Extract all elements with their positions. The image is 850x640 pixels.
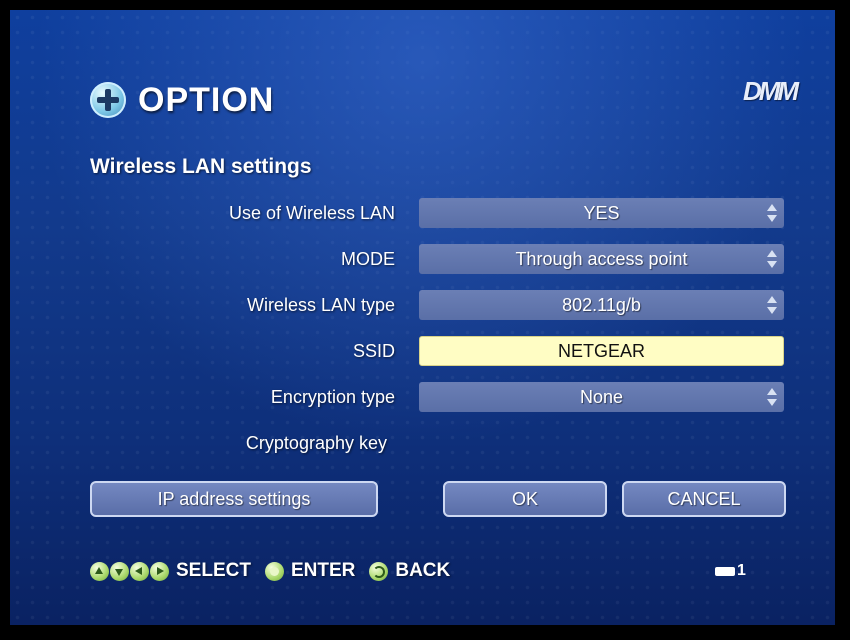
ip-address-settings-button[interactable]: IP address settings	[90, 481, 378, 517]
encryption-type-label: Encryption type	[270, 387, 395, 407]
wireless-lan-type-label: Wireless LAN type	[246, 295, 395, 315]
wireless-lan-use-select[interactable]: YES	[419, 198, 784, 228]
tv-screen: OPTION DMM Wireless LAN settings Use of …	[10, 10, 835, 625]
right-key-icon	[150, 561, 169, 581]
wireless-lan-use-value: YES	[583, 202, 620, 223]
wireless-lan-use-label: Use of Wireless LAN	[228, 203, 395, 223]
enter-key-icon	[264, 561, 284, 581]
down-key-icon	[110, 561, 129, 581]
encryption-type-value: None	[579, 386, 624, 407]
back-hint: BACK	[395, 560, 451, 581]
up-down-arrows-icon	[767, 204, 777, 222]
brand-logo: DMM	[743, 76, 799, 106]
cancel-button[interactable]: CANCEL	[622, 481, 786, 517]
up-down-arrows-icon	[767, 388, 777, 406]
mode-value: Through access point	[515, 248, 688, 269]
select-hint: SELECT	[176, 560, 251, 581]
up-key-icon	[90, 561, 109, 581]
disk-icon	[715, 566, 735, 576]
up-down-arrows-icon	[767, 296, 777, 314]
mode-select[interactable]: Through access point	[419, 244, 784, 274]
left-key-icon	[130, 561, 149, 581]
page-header: OPTION	[90, 75, 274, 125]
remote-key-guide: SELECT ENTER BACK	[90, 558, 464, 584]
wireless-lan-type-select[interactable]: 802.11g/b	[419, 290, 784, 320]
section-title: Wireless LAN settings	[90, 155, 312, 178]
ok-button[interactable]: OK	[443, 481, 607, 517]
encryption-type-select[interactable]: None	[419, 382, 784, 412]
disk-count: 1	[737, 562, 746, 579]
back-key-icon	[369, 561, 389, 581]
enter-hint: ENTER	[290, 560, 356, 581]
wireless-lan-type-value: 802.11g/b	[562, 294, 641, 315]
mode-label: MODE	[341, 249, 395, 269]
ssid-input[interactable]: NETGEAR	[419, 336, 784, 366]
ssid-value: NETGEAR	[557, 340, 645, 361]
up-down-arrows-icon	[767, 250, 777, 268]
option-cross-icon	[90, 82, 126, 118]
cryptography-key-label: Cryptography key	[245, 433, 387, 453]
ssid-label: SSID	[352, 341, 395, 361]
page-title: OPTION	[138, 80, 275, 119]
disk-indicator: 1	[715, 562, 746, 580]
